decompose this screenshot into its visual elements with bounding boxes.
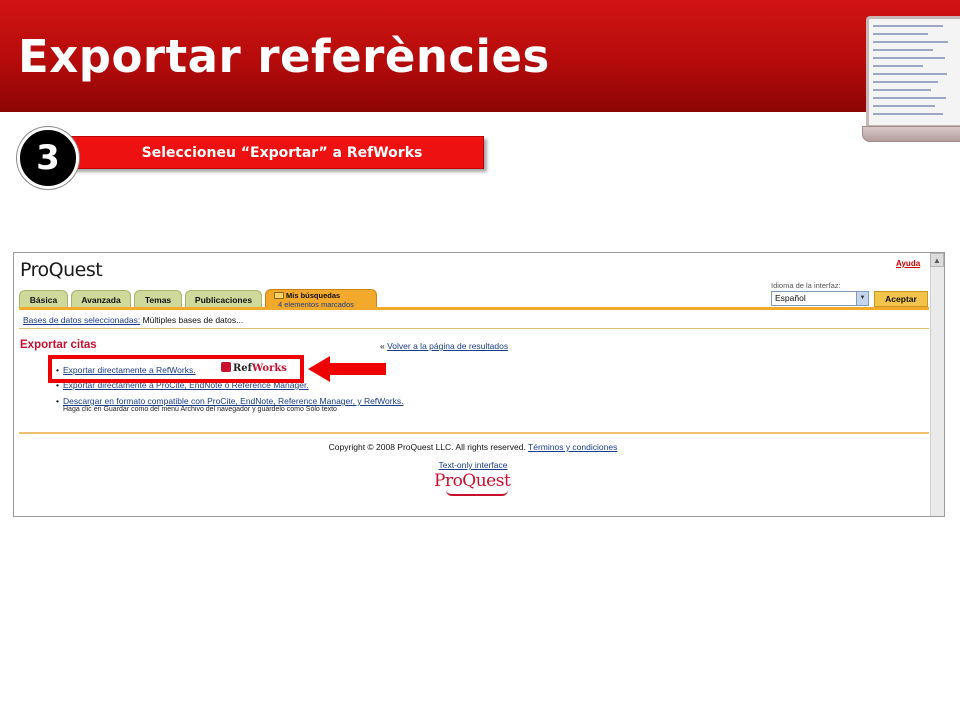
selected-databases-line: Bases de datos seleccionadas: Múltiples …: [23, 315, 243, 325]
back-arrow-icon: «: [380, 341, 385, 351]
proquest-footer-logo: ProQuest: [434, 471, 511, 491]
laptop-screen: [866, 16, 960, 128]
divider: [19, 328, 929, 329]
tab-publicaciones[interactable]: Publicaciones: [185, 290, 262, 308]
selected-databases-text: Múltiples bases de datos...: [142, 315, 244, 325]
accept-button[interactable]: Aceptar: [874, 291, 928, 307]
slide: Exportar referències Seleccioneu “Export…: [0, 0, 960, 720]
tab-basica[interactable]: Básica: [19, 290, 68, 308]
copyright-line: Copyright © 2008 ProQuest LLC. All right…: [14, 442, 932, 452]
tab-mis-busquedas[interactable]: Mis búsquedas 4 elementos marcados: [265, 289, 377, 309]
language-select-value: Español: [775, 293, 806, 303]
chevron-down-icon[interactable]: ▼: [856, 292, 868, 305]
footer-divider: [19, 432, 929, 434]
back-to-results-link[interactable]: Volver a la página de resultados: [387, 341, 508, 351]
language-select[interactable]: Español ▼: [771, 291, 869, 306]
tab-underline: [19, 307, 929, 310]
download-note: Haga clic en Guardar como del menú Archi…: [63, 406, 337, 413]
terms-link[interactable]: Términos y condiciones: [528, 442, 617, 452]
pointer-arrow-icon: [308, 356, 386, 382]
slide-title: Exportar referències: [18, 30, 550, 83]
highlight-box: [48, 355, 304, 383]
laptop-base: [862, 126, 960, 142]
text-only-link[interactable]: Text-only interface: [14, 460, 932, 470]
step-number-badge: 3: [17, 127, 79, 189]
proquest-screenshot: ▲ ProQuest Ayuda Básica Avanzada Temas P…: [13, 252, 945, 517]
proquest-logo: ProQuest: [20, 259, 103, 281]
language-label: Idioma de la interfaz:: [771, 281, 841, 290]
export-heading: Exportar citas: [20, 339, 97, 351]
tab-mis-busquedas-label: Mis búsquedas: [286, 291, 341, 300]
back-to-results: « Volver a la página de resultados: [380, 341, 508, 351]
folder-icon: [274, 292, 284, 299]
copyright-text: Copyright © 2008 ProQuest LLC. All right…: [328, 442, 526, 452]
step-instruction-bar: Seleccioneu “Exportar” a RefWorks: [60, 136, 484, 169]
laptop-thumbnail-image: [862, 16, 960, 142]
export-option-download: • Descargar en formato compatible con Pro…: [56, 396, 404, 406]
title-banner: Exportar referències: [0, 0, 960, 112]
scroll-up-arrow-icon[interactable]: ▲: [930, 253, 944, 267]
help-link[interactable]: Ayuda: [896, 259, 920, 268]
download-compatible-link[interactable]: Descargar en formato compatible con ProC…: [63, 396, 403, 406]
tab-avanzada[interactable]: Avanzada: [71, 290, 131, 308]
vertical-scrollbar[interactable]: ▲: [930, 253, 944, 516]
tab-temas[interactable]: Temas: [134, 290, 182, 308]
selected-databases-link[interactable]: Bases de datos seleccionadas:: [23, 315, 140, 325]
logo-swoosh: [446, 490, 508, 496]
